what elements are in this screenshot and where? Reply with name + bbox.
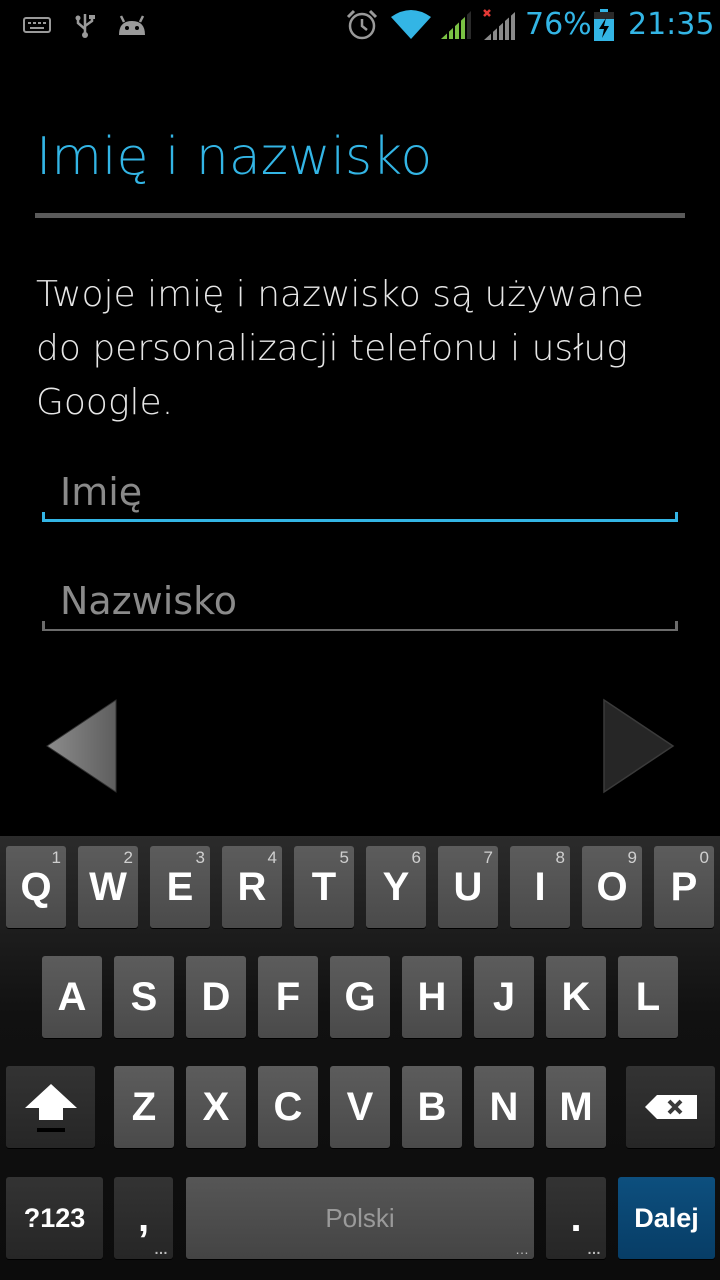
key-label: Q [20,864,52,909]
first-name-input[interactable] [42,462,678,522]
comma-key[interactable]: , … [114,1177,173,1259]
key-u[interactable]: U7 [438,846,498,928]
last-name-input[interactable] [42,571,678,631]
more-keys-dots: … [587,1241,601,1257]
shift-arrow-icon [24,1084,77,1132]
key-c[interactable]: C [258,1066,318,1148]
key-number-hint: 3 [195,848,205,867]
next-arrow-icon [603,698,675,794]
key-m[interactable]: M [546,1066,606,1148]
space-language-label: Polski [325,1202,395,1233]
key-k[interactable]: K [546,956,606,1038]
key-label: W [89,864,127,909]
key-w[interactable]: W2 [78,846,138,928]
key-a[interactable]: A [42,956,102,1038]
symbols-key[interactable]: ?123 [6,1177,103,1259]
key-j[interactable]: J [474,956,534,1038]
page-title: Imię i nazwisko [36,127,433,187]
key-label: R [237,864,267,909]
first-name-underline [42,512,678,522]
key-i[interactable]: I8 [510,846,570,928]
key-number-hint: 8 [555,848,565,867]
key-q[interactable]: Q1 [6,846,66,928]
key-label: U [453,864,483,909]
shift-key[interactable] [6,1066,95,1148]
key-label: O [596,864,628,909]
key-s[interactable]: S [114,956,174,1038]
title-divider [35,213,685,218]
wifi-icon [389,0,433,50]
period-key[interactable]: . … [546,1177,606,1259]
key-v[interactable]: V [330,1066,390,1148]
key-y[interactable]: Y6 [366,846,426,928]
more-keys-dots: … [154,1241,168,1257]
backspace-icon [644,1095,697,1119]
key-b[interactable]: B [402,1066,462,1148]
battery-percent: 76% [525,7,592,42]
next-button[interactable] [601,698,675,794]
key-number-hint: 4 [267,848,277,867]
key-label: P [670,864,698,909]
next-action-key[interactable]: Dalej [618,1177,715,1259]
key-f[interactable]: F [258,956,318,1038]
key-z[interactable]: Z [114,1066,174,1148]
alarm-icon [344,0,380,50]
clock: 21:35 [628,7,715,42]
space-key[interactable]: Polski … [186,1177,534,1259]
back-button[interactable] [45,698,119,794]
key-t[interactable]: T5 [294,846,354,928]
key-n[interactable]: N [474,1066,534,1148]
last-name-field[interactable] [42,571,678,631]
key-h[interactable]: H [402,956,462,1038]
key-number-hint: 0 [699,848,709,867]
key-number-hint: 6 [411,848,421,867]
battery-charging-icon [592,0,616,50]
key-label: Y [382,864,410,909]
key-d[interactable]: D [186,956,246,1038]
description-text: Twoje imię i nazwisko są używane do pers… [36,274,644,423]
more-keys-dots: … [515,1241,529,1257]
first-name-field[interactable] [42,462,678,522]
key-number-hint: 7 [483,848,493,867]
key-number-hint: 1 [51,848,61,867]
android-debug-icon [115,0,149,50]
key-label: T [311,864,337,909]
keyboard-icon [22,0,52,50]
key-e[interactable]: E3 [150,846,210,928]
comma-label: , [137,1195,150,1240]
key-number-hint: 5 [339,848,349,867]
key-p[interactable]: P0 [654,846,714,928]
last-name-underline [42,621,678,631]
back-arrow-icon [46,699,117,793]
key-r[interactable]: R4 [222,846,282,928]
key-x[interactable]: X [186,1066,246,1148]
status-bar: 76% 21:35 [0,0,720,50]
key-label: E [166,864,194,909]
soft-keyboard: Q1W2E3R4T5Y6U7I8O9P0 ASDFGHJKL ZXCVBNM ?… [0,836,720,1280]
backspace-key[interactable] [626,1066,715,1148]
key-l[interactable]: L [618,956,678,1038]
key-label: I [534,864,546,909]
key-number-hint: 9 [627,848,637,867]
key-number-hint: 2 [123,848,133,867]
period-label: . [570,1195,582,1240]
signal-icon [438,0,474,50]
key-g[interactable]: G [330,956,390,1038]
usb-icon [72,0,98,50]
signal-no-sim-icon [480,0,518,50]
key-o[interactable]: O9 [582,846,642,928]
